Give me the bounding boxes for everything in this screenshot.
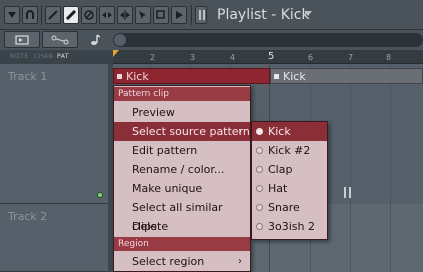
track-name: Track 1 (8, 70, 48, 83)
option-label: Snare (268, 201, 300, 214)
mode-selector: NOTE CHAN PAT (0, 50, 113, 64)
automation-icon[interactable] (42, 31, 78, 48)
pause-icon (344, 187, 352, 198)
pattern-option-3o3ish-2[interactable]: 3o3ish 2 (252, 217, 327, 236)
menu-item-select-all-similar[interactable]: Select all similar clips (114, 198, 250, 233)
scrollbar-thumb[interactable] (114, 34, 126, 46)
radio-icon (256, 185, 263, 192)
radio-icon (256, 166, 263, 173)
ruler-bar-4: 4 (230, 53, 236, 62)
menu-section-region: Region (114, 237, 250, 251)
playlist-subtoolbar (0, 30, 423, 50)
pattern-option-hat[interactable]: Hat (252, 179, 327, 198)
menu-item-label: Select source pattern (132, 125, 250, 138)
menu-item-delete[interactable]: Delete (114, 217, 250, 236)
option-label: 3o3ish 2 (268, 220, 315, 233)
mute-icon[interactable] (81, 6, 97, 24)
ruler-bar-6: 6 (308, 53, 314, 62)
track-name: Track 2 (8, 210, 48, 223)
menu-item-rename-color[interactable]: Rename / color... (114, 160, 250, 179)
track-header-1[interactable]: Track 1 (0, 64, 108, 204)
window-title[interactable]: Playlist - Kick (217, 7, 310, 23)
slice-icon[interactable] (117, 6, 133, 24)
clip-label: Kick (126, 70, 149, 83)
track-header-2[interactable]: Track 2 (0, 204, 108, 272)
menu-item-select-source-pattern[interactable]: Select source pattern › (114, 122, 250, 141)
pattern-option-clap[interactable]: Clap (252, 160, 327, 179)
option-label: Kick #2 (268, 144, 311, 157)
clip-label: Kick (283, 70, 306, 83)
ruler-bar-7: 7 (348, 53, 354, 62)
submenu-arrow-icon: › (238, 256, 242, 267)
playlist-toolbar: Playlist - Kick (0, 0, 423, 30)
radio-icon (256, 204, 263, 211)
horizontal-scrollbar[interactable] (113, 33, 423, 47)
submenu-arrow-icon: › (238, 126, 242, 137)
radio-icon (256, 147, 263, 154)
slip-icon[interactable] (99, 6, 115, 24)
option-label: Hat (268, 182, 288, 195)
mode-pat[interactable]: PAT (57, 53, 69, 60)
ruler-bar-3: 3 (190, 53, 196, 62)
select-icon[interactable] (135, 6, 151, 24)
clip-menu-icon[interactable] (274, 74, 279, 79)
playback-icon[interactable] (171, 6, 187, 24)
note-icon[interactable] (80, 31, 110, 48)
radio-icon (256, 223, 263, 230)
magnet-icon[interactable] (22, 6, 38, 24)
radio-selected-icon (256, 128, 263, 135)
timeline-ruler[interactable]: 2 3 4 5 6 7 8 (113, 50, 423, 64)
pencil-icon[interactable] (45, 6, 61, 24)
mode-note[interactable]: NOTE (10, 53, 29, 60)
menu-item-select-region[interactable]: Select region › (114, 252, 250, 271)
menu-arrow-icon[interactable] (4, 6, 20, 24)
track-collapse-button[interactable] (4, 31, 40, 48)
menu-item-make-unique[interactable]: Make unique (114, 179, 250, 198)
ruler-bar-5: 5 (268, 51, 275, 62)
pattern-option-snare[interactable]: Snare (252, 198, 327, 217)
option-label: Clap (268, 163, 293, 176)
clip-context-menu: Pattern clip Preview Select source patte… (113, 85, 251, 272)
menu-section-pattern-clip: Pattern clip (114, 87, 250, 101)
menu-item-edit-pattern[interactable]: Edit pattern (114, 141, 250, 160)
brush-icon[interactable] (63, 6, 79, 24)
track-led-icon[interactable] (97, 192, 103, 198)
pattern-clip-kick-2[interactable]: Kick (270, 68, 423, 84)
clip-menu-icon[interactable] (117, 74, 122, 79)
zoom-icon[interactable] (153, 6, 169, 24)
title-dropdown-icon[interactable] (304, 11, 312, 16)
mode-chan[interactable]: CHAN (34, 53, 53, 60)
pattern-option-kick-2[interactable]: Kick #2 (252, 141, 327, 160)
menu-item-label: Select region (132, 255, 205, 268)
song-position-marker[interactable] (113, 50, 119, 57)
menu-item-preview[interactable]: Preview (114, 103, 250, 122)
pattern-option-kick[interactable]: Kick (252, 122, 327, 141)
pattern-clip-kick[interactable]: Kick (113, 68, 270, 84)
option-label: Kick (268, 125, 291, 138)
ruler-bar-8: 8 (386, 53, 392, 62)
window-grip-icon[interactable] (195, 6, 207, 24)
ruler-bar-2: 2 (150, 53, 156, 62)
source-pattern-submenu: Kick Kick #2 Clap Hat Snare 3o3ish 2 (251, 121, 328, 240)
